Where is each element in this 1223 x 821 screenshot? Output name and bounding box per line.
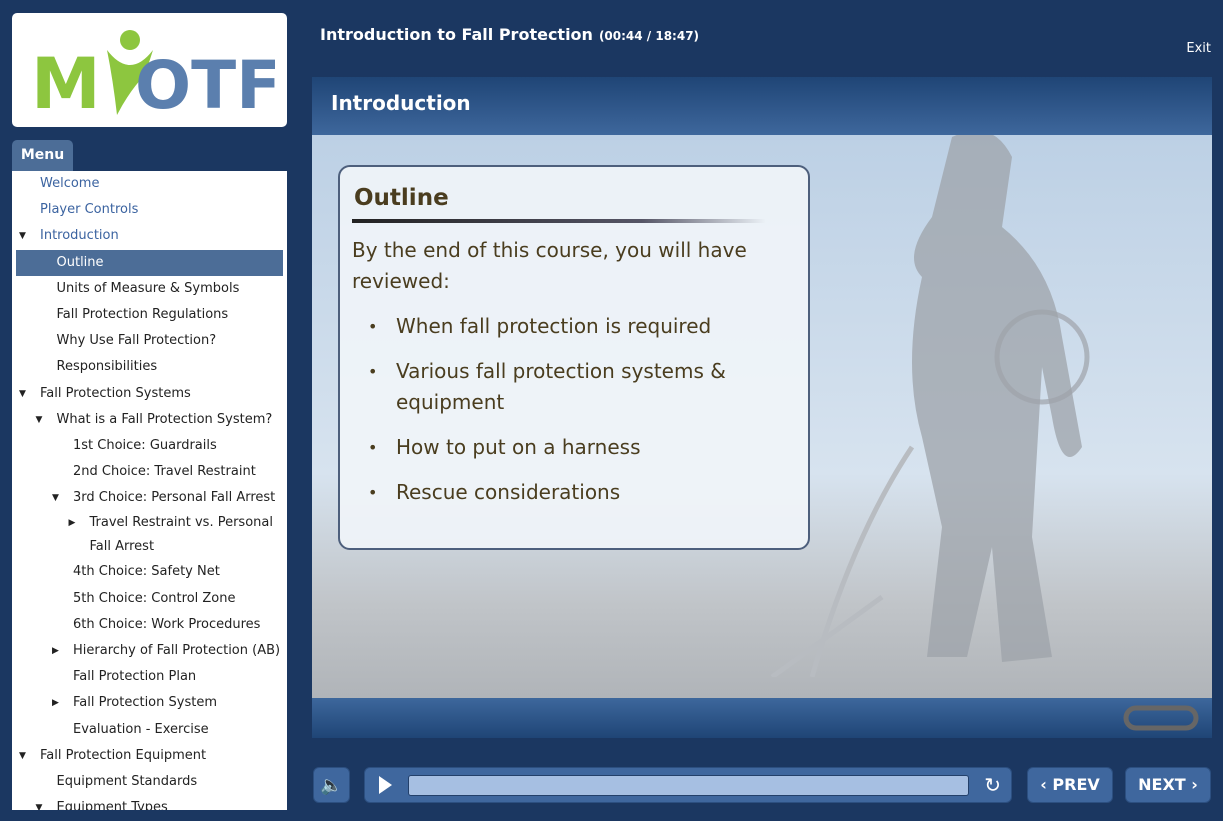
menu-item[interactable]: 4th Choice: Safety Net — [12, 559, 287, 585]
prev-button[interactable]: ‹ PREV — [1027, 767, 1113, 803]
menu-item-label: Travel Restraint vs. Personal Fall Arres… — [89, 515, 273, 555]
expand-triangle-icon[interactable]: ▼ — [19, 743, 26, 769]
menu-item[interactable]: Why Use Fall Protection? — [12, 328, 287, 354]
menu-item[interactable]: 6th Choice: Work Procedures — [12, 612, 287, 638]
bullet-list: When fall protection is required Various… — [352, 311, 796, 508]
menu-item[interactable]: 1st Choice: Guardrails — [12, 433, 287, 459]
menu-item[interactable]: Welcome — [12, 171, 287, 197]
menu-item[interactable]: ▼ Fall Protection Equipment — [12, 743, 287, 769]
course-title: Introduction to Fall Protection (00:44 / … — [320, 25, 699, 44]
bullet-item: How to put on a harness — [352, 432, 796, 463]
menu-item-label: Equipment Types — [56, 800, 168, 810]
worker-silhouette — [770, 130, 1090, 677]
menu-item[interactable]: ▼ Fall Protection Systems — [12, 381, 287, 407]
menu-item[interactable]: 5th Choice: Control Zone — [12, 586, 287, 612]
menu-item[interactable]: 2nd Choice: Travel Restraint — [12, 459, 287, 485]
myotf-logo: M OTF — [31, 30, 275, 120]
svg-text:M: M — [31, 43, 101, 120]
bullet-item: When fall protection is required — [352, 311, 796, 342]
card-intro: By the end of this course, you will have… — [352, 238, 747, 293]
title-divider — [352, 219, 766, 223]
expand-triangle-icon[interactable]: ▼ — [19, 223, 26, 249]
menu-item-label: 5th Choice: Control Zone — [73, 590, 236, 606]
menu-item-label: Fall Protection Equipment — [40, 747, 207, 763]
menu-item-label: What is a Fall Protection System? — [56, 411, 273, 427]
menu-item-label: Evaluation - Exercise — [73, 721, 209, 737]
replay-icon[interactable]: ↻ — [984, 773, 1001, 797]
menu-item-label: Player Controls — [40, 202, 139, 218]
menu-item[interactable]: Outline — [16, 249, 283, 276]
menu-item[interactable]: Units of Measure & Symbols — [12, 276, 287, 302]
menu-item-label: Fall Protection System — [73, 695, 217, 711]
menu-item-label: Responsibilities — [56, 359, 158, 375]
expand-triangle-icon[interactable]: ▼ — [52, 485, 59, 511]
menu-item[interactable]: ▶ Fall Protection System — [12, 690, 287, 716]
playback-bar: ↻ — [364, 767, 1012, 803]
menu-item-label: Fall Protection Systems — [40, 385, 191, 401]
menu-item[interactable]: Equipment Standards — [12, 769, 287, 795]
menu-item-label: 6th Choice: Work Procedures — [73, 616, 261, 632]
menu-item[interactable]: ▼ Equipment Types — [12, 795, 287, 810]
section-title: Introduction — [331, 91, 471, 115]
expand-triangle-icon[interactable]: ▼ — [36, 795, 43, 810]
menu-item-label: 3rd Choice: Personal Fall Arrest — [73, 490, 276, 506]
outline-card: Outline By the end of this course, you w… — [338, 165, 810, 550]
menu-tree: Welcome Player Controls ▼ Introduction Outli… — [12, 171, 287, 810]
menu-item-label: 1st Choice: Guardrails — [73, 437, 217, 453]
slide-footer — [312, 698, 1212, 738]
course-title-text: Introduction to Fall Protection — [320, 25, 593, 44]
play-icon[interactable] — [379, 776, 392, 794]
exit-button[interactable]: Exit — [1186, 41, 1211, 56]
menu-item-label: Fall Protection Plan — [73, 669, 197, 685]
menu-item[interactable]: Player Controls — [12, 197, 287, 223]
menu-item-label: Why Use Fall Protection? — [56, 333, 217, 349]
menu-item[interactable]: ▼ What is a Fall Protection System? — [12, 407, 287, 433]
card-title: Outline — [354, 185, 449, 211]
progress-slider[interactable] — [408, 775, 969, 796]
expand-triangle-icon[interactable]: ▼ — [36, 407, 43, 433]
menu-item-label: Hierarchy of Fall Protection (AB) — [73, 643, 281, 658]
collapse-triangle-icon[interactable]: ▶ — [52, 690, 59, 716]
logo: M OTF — [12, 13, 287, 127]
chevron-right-icon: › — [1185, 775, 1198, 794]
collapse-triangle-icon[interactable]: ▶ — [69, 511, 76, 535]
next-button[interactable]: NEXT › — [1125, 767, 1211, 803]
menu-item-label: Outline — [56, 254, 104, 270]
slide-stage: Introduction Outline By the end of this … — [312, 77, 1212, 738]
menu-item-label: Units of Measure & Symbols — [56, 280, 240, 296]
menu-item[interactable]: ▼ 3rd Choice: Personal Fall Arrest — [12, 485, 287, 511]
collapse-triangle-icon[interactable]: ▶ — [52, 638, 59, 664]
menu-item-label: Welcome — [40, 176, 100, 191]
carabiner-icon — [1123, 705, 1199, 731]
prev-label: PREV — [1052, 775, 1100, 794]
menu-item[interactable]: ▶ Travel Restraint vs. Personal Fall Arre… — [12, 511, 287, 559]
expand-triangle-icon[interactable]: ▼ — [19, 381, 26, 407]
menu-item-label: Equipment Standards — [56, 773, 198, 789]
menu-item[interactable]: Evaluation - Exercise — [12, 717, 287, 743]
time-readout: (00:44 / 18:47) — [598, 29, 700, 43]
menu-item-label: 2nd Choice: Travel Restraint — [73, 464, 256, 480]
bullet-item: Rescue considerations — [352, 477, 796, 508]
menu-tab[interactable]: Menu — [12, 140, 73, 171]
speaker-icon: 🔈 — [320, 774, 343, 796]
bullet-item: Various fall protection systems & equipm… — [352, 356, 796, 418]
section-banner: Introduction — [312, 77, 1212, 135]
menu-item-label: Introduction — [40, 228, 119, 244]
menu-item-label: Fall Protection Regulations — [56, 306, 229, 322]
menu-item[interactable]: ▶ Hierarchy of Fall Protection (AB) — [12, 638, 287, 664]
menu-item-label: 4th Choice: Safety Net — [73, 564, 220, 580]
next-label: NEXT — [1138, 775, 1186, 794]
menu-item[interactable]: ▼ Introduction — [12, 223, 287, 249]
volume-button[interactable]: 🔈 — [313, 767, 350, 803]
menu-item[interactable]: Fall Protection Plan — [12, 664, 287, 690]
chevron-left-icon: ‹ — [1040, 775, 1053, 794]
menu-item[interactable]: Fall Protection Regulations — [12, 302, 287, 328]
progress-fill — [409, 776, 968, 795]
menu-item[interactable]: Responsibilities — [12, 354, 287, 380]
svg-text:OTF: OTF — [135, 47, 275, 120]
